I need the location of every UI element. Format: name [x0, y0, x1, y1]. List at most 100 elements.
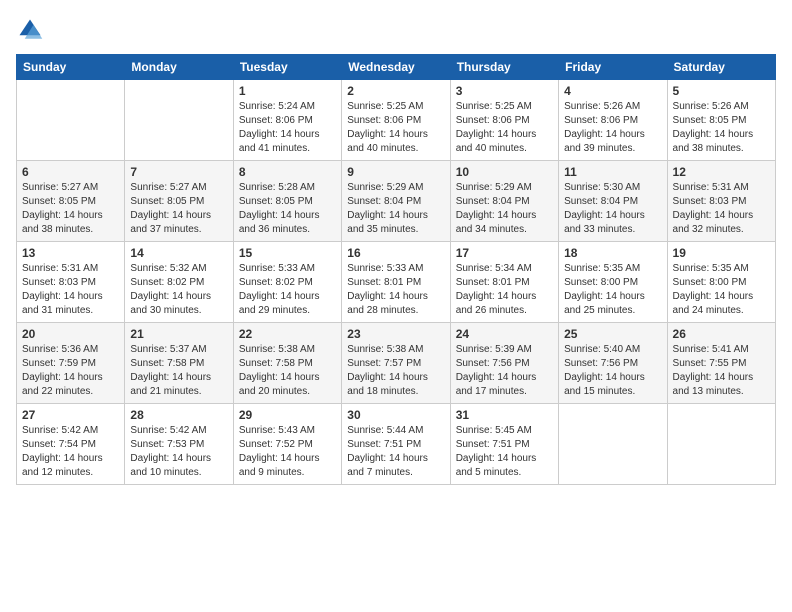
calendar-cell: 14 Sunrise: 5:32 AMSunset: 8:02 PMDaylig… — [125, 242, 233, 323]
calendar-cell: 16 Sunrise: 5:33 AMSunset: 8:01 PMDaylig… — [342, 242, 450, 323]
calendar-cell — [667, 404, 775, 485]
calendar-week-row: 1 Sunrise: 5:24 AMSunset: 8:06 PMDayligh… — [17, 80, 776, 161]
calendar-cell: 26 Sunrise: 5:41 AMSunset: 7:55 PMDaylig… — [667, 323, 775, 404]
day-number: 9 — [347, 165, 444, 179]
day-info: Sunrise: 5:33 AMSunset: 8:02 PMDaylight:… — [239, 262, 336, 318]
day-number: 22 — [239, 327, 336, 341]
calendar-cell: 18 Sunrise: 5:35 AMSunset: 8:00 PMDaylig… — [559, 242, 667, 323]
logo — [16, 16, 48, 44]
weekday-header: Sunday — [17, 55, 125, 80]
day-info: Sunrise: 5:44 AMSunset: 7:51 PMDaylight:… — [347, 424, 444, 480]
day-number: 17 — [456, 246, 553, 260]
day-info: Sunrise: 5:25 AMSunset: 8:06 PMDaylight:… — [456, 100, 553, 156]
day-number: 31 — [456, 408, 553, 422]
day-number: 24 — [456, 327, 553, 341]
day-number: 25 — [564, 327, 661, 341]
weekday-header: Friday — [559, 55, 667, 80]
calendar-cell: 6 Sunrise: 5:27 AMSunset: 8:05 PMDayligh… — [17, 161, 125, 242]
day-number: 26 — [673, 327, 770, 341]
day-number: 28 — [130, 408, 227, 422]
day-info: Sunrise: 5:43 AMSunset: 7:52 PMDaylight:… — [239, 424, 336, 480]
calendar-cell: 4 Sunrise: 5:26 AMSunset: 8:06 PMDayligh… — [559, 80, 667, 161]
calendar-cell: 24 Sunrise: 5:39 AMSunset: 7:56 PMDaylig… — [450, 323, 558, 404]
calendar-cell: 2 Sunrise: 5:25 AMSunset: 8:06 PMDayligh… — [342, 80, 450, 161]
day-info: Sunrise: 5:29 AMSunset: 8:04 PMDaylight:… — [456, 181, 553, 237]
calendar-cell: 25 Sunrise: 5:40 AMSunset: 7:56 PMDaylig… — [559, 323, 667, 404]
day-info: Sunrise: 5:24 AMSunset: 8:06 PMDaylight:… — [239, 100, 336, 156]
day-number: 21 — [130, 327, 227, 341]
calendar-header-row: SundayMondayTuesdayWednesdayThursdayFrid… — [17, 55, 776, 80]
calendar-cell: 17 Sunrise: 5:34 AMSunset: 8:01 PMDaylig… — [450, 242, 558, 323]
day-info: Sunrise: 5:32 AMSunset: 8:02 PMDaylight:… — [130, 262, 227, 318]
day-info: Sunrise: 5:29 AMSunset: 8:04 PMDaylight:… — [347, 181, 444, 237]
calendar-cell — [559, 404, 667, 485]
calendar-week-row: 6 Sunrise: 5:27 AMSunset: 8:05 PMDayligh… — [17, 161, 776, 242]
day-number: 23 — [347, 327, 444, 341]
day-info: Sunrise: 5:31 AMSunset: 8:03 PMDaylight:… — [22, 262, 119, 318]
calendar-cell: 1 Sunrise: 5:24 AMSunset: 8:06 PMDayligh… — [233, 80, 341, 161]
day-info: Sunrise: 5:41 AMSunset: 7:55 PMDaylight:… — [673, 343, 770, 399]
calendar-table: SundayMondayTuesdayWednesdayThursdayFrid… — [16, 54, 776, 485]
calendar-cell: 12 Sunrise: 5:31 AMSunset: 8:03 PMDaylig… — [667, 161, 775, 242]
day-number: 3 — [456, 84, 553, 98]
calendar-cell: 15 Sunrise: 5:33 AMSunset: 8:02 PMDaylig… — [233, 242, 341, 323]
day-info: Sunrise: 5:26 AMSunset: 8:05 PMDaylight:… — [673, 100, 770, 156]
calendar-cell: 23 Sunrise: 5:38 AMSunset: 7:57 PMDaylig… — [342, 323, 450, 404]
day-info: Sunrise: 5:34 AMSunset: 8:01 PMDaylight:… — [456, 262, 553, 318]
day-info: Sunrise: 5:28 AMSunset: 8:05 PMDaylight:… — [239, 181, 336, 237]
day-number: 12 — [673, 165, 770, 179]
calendar-cell: 30 Sunrise: 5:44 AMSunset: 7:51 PMDaylig… — [342, 404, 450, 485]
day-number: 7 — [130, 165, 227, 179]
day-number: 20 — [22, 327, 119, 341]
day-number: 27 — [22, 408, 119, 422]
day-info: Sunrise: 5:27 AMSunset: 8:05 PMDaylight:… — [130, 181, 227, 237]
day-number: 8 — [239, 165, 336, 179]
day-info: Sunrise: 5:42 AMSunset: 7:53 PMDaylight:… — [130, 424, 227, 480]
day-number: 15 — [239, 246, 336, 260]
day-info: Sunrise: 5:35 AMSunset: 8:00 PMDaylight:… — [564, 262, 661, 318]
calendar-cell: 9 Sunrise: 5:29 AMSunset: 8:04 PMDayligh… — [342, 161, 450, 242]
day-info: Sunrise: 5:37 AMSunset: 7:58 PMDaylight:… — [130, 343, 227, 399]
weekday-header: Monday — [125, 55, 233, 80]
day-number: 19 — [673, 246, 770, 260]
day-number: 11 — [564, 165, 661, 179]
day-info: Sunrise: 5:36 AMSunset: 7:59 PMDaylight:… — [22, 343, 119, 399]
calendar-cell: 10 Sunrise: 5:29 AMSunset: 8:04 PMDaylig… — [450, 161, 558, 242]
calendar-cell: 31 Sunrise: 5:45 AMSunset: 7:51 PMDaylig… — [450, 404, 558, 485]
calendar-cell — [17, 80, 125, 161]
day-number: 6 — [22, 165, 119, 179]
day-info: Sunrise: 5:33 AMSunset: 8:01 PMDaylight:… — [347, 262, 444, 318]
weekday-header: Wednesday — [342, 55, 450, 80]
day-info: Sunrise: 5:27 AMSunset: 8:05 PMDaylight:… — [22, 181, 119, 237]
calendar-cell: 8 Sunrise: 5:28 AMSunset: 8:05 PMDayligh… — [233, 161, 341, 242]
day-info: Sunrise: 5:25 AMSunset: 8:06 PMDaylight:… — [347, 100, 444, 156]
day-number: 2 — [347, 84, 444, 98]
calendar-cell: 5 Sunrise: 5:26 AMSunset: 8:05 PMDayligh… — [667, 80, 775, 161]
day-number: 5 — [673, 84, 770, 98]
calendar-cell — [125, 80, 233, 161]
calendar-week-row: 27 Sunrise: 5:42 AMSunset: 7:54 PMDaylig… — [17, 404, 776, 485]
day-info: Sunrise: 5:26 AMSunset: 8:06 PMDaylight:… — [564, 100, 661, 156]
day-number: 10 — [456, 165, 553, 179]
day-info: Sunrise: 5:45 AMSunset: 7:51 PMDaylight:… — [456, 424, 553, 480]
weekday-header: Tuesday — [233, 55, 341, 80]
calendar-cell: 20 Sunrise: 5:36 AMSunset: 7:59 PMDaylig… — [17, 323, 125, 404]
day-info: Sunrise: 5:30 AMSunset: 8:04 PMDaylight:… — [564, 181, 661, 237]
calendar-cell: 19 Sunrise: 5:35 AMSunset: 8:00 PMDaylig… — [667, 242, 775, 323]
calendar-cell: 7 Sunrise: 5:27 AMSunset: 8:05 PMDayligh… — [125, 161, 233, 242]
weekday-header: Saturday — [667, 55, 775, 80]
calendar-cell: 3 Sunrise: 5:25 AMSunset: 8:06 PMDayligh… — [450, 80, 558, 161]
day-number: 18 — [564, 246, 661, 260]
calendar-week-row: 13 Sunrise: 5:31 AMSunset: 8:03 PMDaylig… — [17, 242, 776, 323]
day-info: Sunrise: 5:31 AMSunset: 8:03 PMDaylight:… — [673, 181, 770, 237]
calendar-cell: 29 Sunrise: 5:43 AMSunset: 7:52 PMDaylig… — [233, 404, 341, 485]
calendar-cell: 21 Sunrise: 5:37 AMSunset: 7:58 PMDaylig… — [125, 323, 233, 404]
calendar-cell: 22 Sunrise: 5:38 AMSunset: 7:58 PMDaylig… — [233, 323, 341, 404]
day-info: Sunrise: 5:40 AMSunset: 7:56 PMDaylight:… — [564, 343, 661, 399]
day-number: 13 — [22, 246, 119, 260]
day-number: 4 — [564, 84, 661, 98]
day-info: Sunrise: 5:42 AMSunset: 7:54 PMDaylight:… — [22, 424, 119, 480]
page-header — [16, 16, 776, 44]
day-number: 16 — [347, 246, 444, 260]
calendar-week-row: 20 Sunrise: 5:36 AMSunset: 7:59 PMDaylig… — [17, 323, 776, 404]
